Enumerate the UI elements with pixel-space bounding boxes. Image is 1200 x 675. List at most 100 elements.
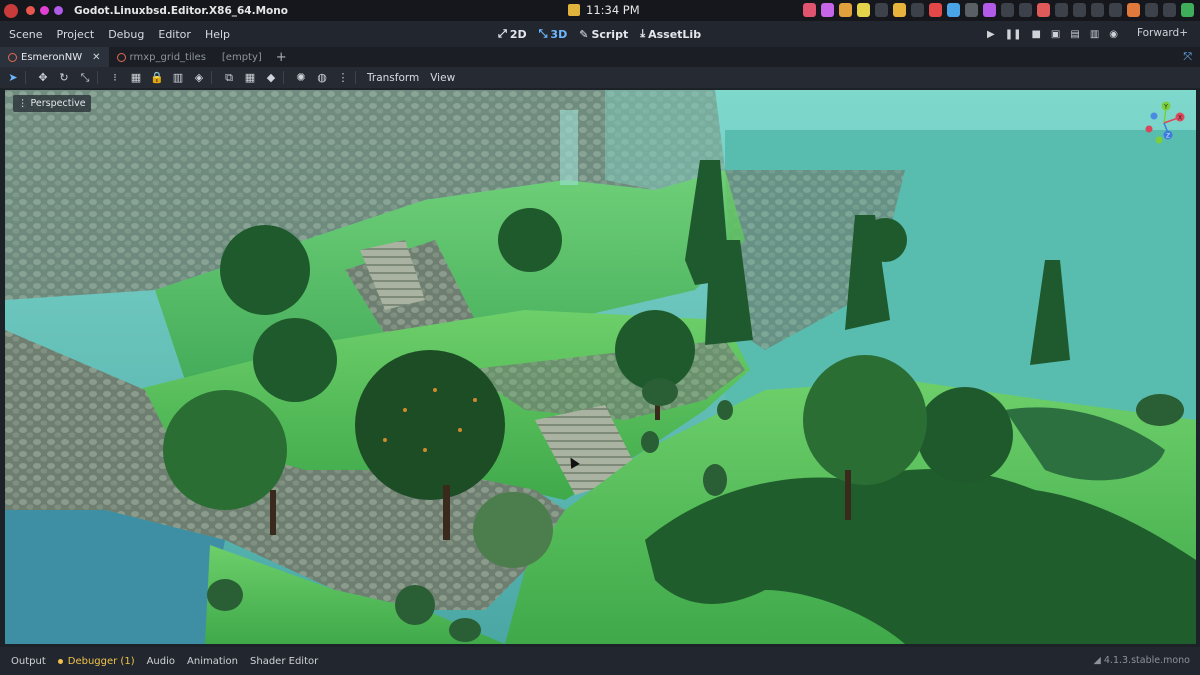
os-logo-icon[interactable] (4, 3, 18, 18)
display-tray-icon[interactable] (1091, 3, 1104, 17)
selectable-nodes-icon[interactable]: ⁝ (107, 70, 123, 86)
main-screen-assetlib-button[interactable]: ⤓ AssetLib (640, 27, 701, 41)
user-tray-icon[interactable] (893, 3, 906, 17)
main-screen-script-label: Script (591, 27, 629, 41)
ruler-tool-icon[interactable]: ▦ (128, 70, 144, 86)
gizmo-y-label: Y (1163, 104, 1168, 111)
main-screen-3d-button[interactable]: ⤡ 3D (539, 27, 568, 41)
viewport-toolbar: ➤ ✥ ↻ ⤡ ⁝ ▦ 🔒 ▥ ◈ ⧉ ▦ ◆ ✺ ◍ ⋮ Transform … (0, 67, 1200, 88)
pause-icon[interactable]: ❚❚ (1005, 29, 1022, 40)
perspective-menu[interactable]: ⋮ Perspective (13, 95, 91, 112)
renderer-select[interactable]: Forward+ (1137, 27, 1188, 39)
clipboard-tray-icon[interactable] (1019, 3, 1032, 17)
play-scene-icon[interactable]: ▤ (1070, 29, 1079, 40)
scene-tab-label: [empty] (221, 51, 262, 63)
bottom-tab-debugger[interactable]: Debugger (1) (52, 656, 141, 667)
bottom-panel: Output Debugger (1) Audio Animation Shad… (0, 647, 1200, 675)
lock-icon[interactable]: 🔒 (149, 70, 165, 86)
orientation-gizmo[interactable]: Y X Z (1140, 98, 1190, 148)
diamond-tray-icon[interactable] (983, 3, 996, 17)
notes2-tray-icon[interactable] (857, 3, 870, 17)
scene-tab-empty[interactable]: [empty] (214, 47, 270, 67)
scene-root-icon (8, 52, 17, 62)
move-tool-icon[interactable]: ✥ (35, 70, 51, 86)
wave-tray-icon[interactable] (911, 3, 924, 17)
scene-render (5, 90, 1196, 644)
stop-icon[interactable]: ■ (1031, 29, 1040, 40)
toolbar-separator (355, 71, 356, 84)
monitor-tray-icon[interactable] (1163, 3, 1176, 17)
volume-tray-icon[interactable] (1055, 3, 1068, 17)
toolbar-separator (211, 71, 212, 84)
clock[interactable]: 11:34 PM (568, 3, 640, 17)
more-options-icon[interactable]: ⋮ (335, 70, 351, 86)
steam-tray-icon[interactable] (965, 3, 978, 17)
menu-editor[interactable]: Editor (151, 28, 198, 41)
bottom-tab-audio[interactable]: Audio (141, 656, 181, 667)
wifi-tray-icon[interactable] (1145, 3, 1158, 17)
main-screen-3d-label: 3D (550, 27, 568, 41)
toolbar-separator (97, 71, 98, 84)
menu-scene[interactable]: Scene (0, 28, 50, 41)
bottom-tab-shader-editor[interactable]: Shader Editor (244, 656, 324, 667)
version-text: 4.1.3.stable.mono (1103, 655, 1190, 666)
movie-maker-icon[interactable]: ◉ (1109, 29, 1118, 40)
2d-icon: ⤢ (498, 27, 507, 40)
select-tool-icon[interactable]: ➤ (5, 70, 21, 86)
assetlib-icon: ⤓ (640, 27, 646, 40)
bluetooth-tray-icon[interactable] (1073, 3, 1086, 17)
grid-snap-icon[interactable]: ▦ (242, 70, 258, 86)
spreadsheet-tray-icon[interactable] (1181, 3, 1194, 17)
window-close-dot[interactable] (26, 6, 35, 15)
rotate-tool-icon[interactable]: ↻ (56, 70, 72, 86)
main-screen-assetlib-label: AssetLib (648, 27, 702, 41)
3d-viewport[interactable]: ⋮ Perspective Y X Z (5, 90, 1196, 644)
perspective-label: Perspective (30, 98, 86, 109)
scene-tab-label: rmxp_grid_tiles (129, 51, 206, 63)
main-screen-2d-button[interactable]: ⤢ 2D (498, 27, 527, 41)
close-tab-icon[interactable]: ✕ (92, 52, 100, 63)
play-custom-icon[interactable]: ▥ (1090, 29, 1099, 40)
scene-tab-esmeronnw[interactable]: EsmeronNW ✕ (0, 47, 109, 67)
app-tray-icon[interactable] (803, 3, 816, 17)
microphone-tray-icon[interactable] (1127, 3, 1140, 17)
add-tab-icon[interactable]: + (270, 47, 293, 67)
menu-project[interactable]: Project (50, 28, 102, 41)
toolbar-separator (283, 71, 284, 84)
battery-tray-icon[interactable] (1109, 3, 1122, 17)
blue-tray-icon[interactable] (947, 3, 960, 17)
scene-root-icon (116, 52, 126, 62)
bottom-tab-output[interactable]: Output (0, 656, 52, 667)
version-icon: ◢ (1093, 655, 1101, 666)
main-screen-script-button[interactable]: ✎ Script (579, 28, 628, 41)
info-tray-icon[interactable] (875, 3, 888, 17)
transform-menu[interactable]: Transform (367, 72, 419, 84)
play-icon[interactable]: ▶ (987, 29, 995, 40)
group-icon[interactable]: ▥ (170, 70, 186, 86)
window-minimize-dot[interactable] (40, 6, 49, 15)
menu-debug[interactable]: Debug (101, 28, 151, 41)
scene-tab-rmxp-grid-tiles[interactable]: rmxp_grid_tiles (109, 47, 214, 67)
sun-preview-icon[interactable]: ✺ (293, 70, 309, 86)
distraction-free-icon[interactable]: ⤧ (1183, 50, 1192, 64)
script-icon: ✎ (579, 27, 589, 41)
clock-time: 11:34 PM (586, 3, 640, 17)
menu-help[interactable]: Help (198, 28, 237, 41)
window-title: Godot.Linuxbsd.Editor.X86_64.Mono (74, 4, 288, 17)
scale-tool-icon[interactable]: ⤡ (77, 70, 93, 86)
snap-icon[interactable]: ⧉ (221, 70, 237, 86)
preview-icon[interactable]: ◆ (263, 70, 279, 86)
window-maximize-dot[interactable] (54, 6, 63, 15)
red-tray-icon[interactable] (929, 3, 942, 17)
network-tray-icon[interactable] (1037, 3, 1050, 17)
notes-tray-icon[interactable] (839, 3, 852, 17)
environment-preview-icon[interactable]: ◍ (314, 70, 330, 86)
editor-menu-bar: Scene Project Debug Editor Help ⤢ 2D ⤡ 3… (0, 21, 1200, 47)
remote-debug-icon[interactable]: ▣ (1051, 29, 1060, 40)
view-menu[interactable]: View (430, 72, 455, 84)
local-space-icon[interactable]: ◈ (191, 70, 207, 86)
terminal-tray-icon[interactable] (1001, 3, 1014, 17)
pen-tray-icon[interactable] (821, 3, 834, 17)
gizmo-x-label: X (1178, 115, 1182, 122)
bottom-tab-animation[interactable]: Animation (181, 656, 244, 667)
